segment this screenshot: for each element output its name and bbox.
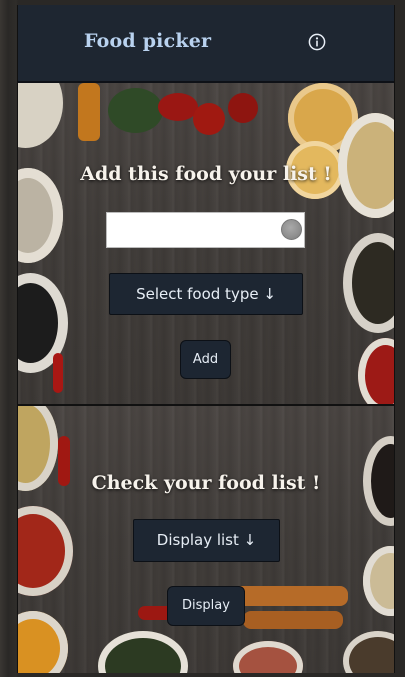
list-section-title: Check your food list ! <box>91 472 321 494</box>
food-list-section: Check your food list ! Display list ↓ Di… <box>18 406 394 673</box>
add-food-section: Add this food your list ! Select food ty… <box>18 83 394 406</box>
info-icon[interactable] <box>308 33 326 51</box>
input-grip-icon[interactable] <box>281 219 302 240</box>
add-button[interactable]: Add <box>180 340 231 379</box>
app-title: Food picker <box>84 30 212 52</box>
app-container: Food picker Add this food your list ! Se… <box>17 5 395 673</box>
select-food-type-button[interactable]: Select food type ↓ <box>109 273 303 315</box>
display-button[interactable]: Display <box>167 586 245 626</box>
add-section-title: Add this food your list ! <box>80 163 332 185</box>
display-list-button[interactable]: Display list ↓ <box>133 519 280 562</box>
app-header: Food picker <box>18 5 394 83</box>
food-name-input[interactable] <box>106 212 305 248</box>
